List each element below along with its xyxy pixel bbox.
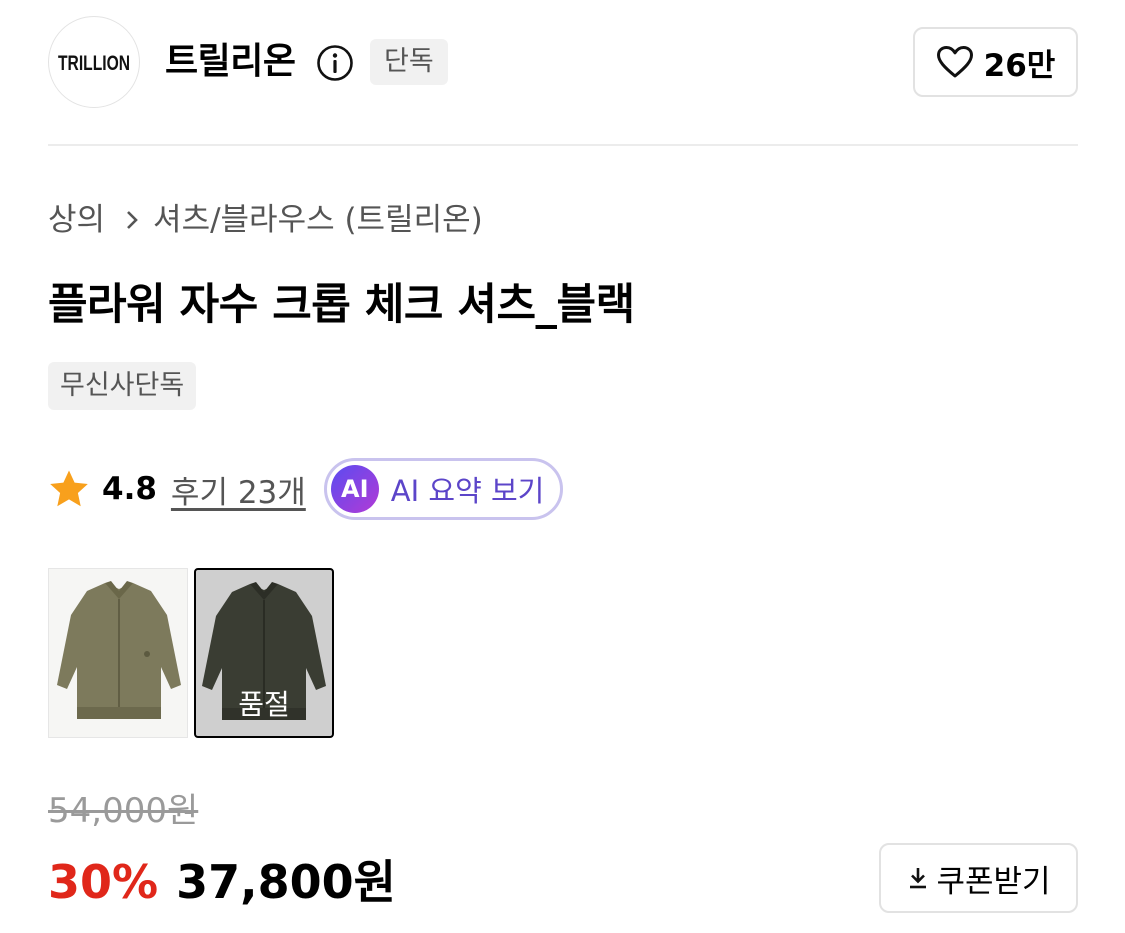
chevron-right-icon	[125, 209, 139, 231]
like-count: 26만	[983, 47, 1056, 84]
discount-rate: 30%	[48, 855, 159, 909]
sold-out-label: 품절	[238, 688, 290, 721]
color-option-black[interactable]: 품절	[194, 568, 334, 738]
brand-name[interactable]: 트릴리온	[165, 38, 296, 86]
download-icon	[906, 865, 930, 891]
coupon-button-label: 쿠폰받기	[936, 863, 1051, 900]
price-row: 30% 37,800원	[48, 846, 396, 912]
exclusive-badge: 단독	[370, 39, 448, 85]
like-button[interactable]: 26만	[913, 27, 1078, 97]
review-count-link[interactable]: 후기 23개	[171, 467, 306, 512]
ai-badge-icon: AI	[330, 465, 379, 513]
ai-summary-button[interactable]: AI AI 요약 보기	[323, 458, 564, 520]
brand-logo[interactable]: TRILLION	[48, 16, 140, 108]
product-title: 플라워 자수 크롭 체크 셔츠_블랙	[48, 280, 635, 330]
original-price: 54,000원	[48, 791, 199, 831]
star-filled-icon	[48, 469, 90, 509]
breadcrumb-subcategory[interactable]: 셔츠/블라우스 (트릴리온)	[153, 197, 483, 243]
ai-summary-label: AI 요약 보기	[390, 474, 545, 508]
khaki-shirt-image	[57, 581, 181, 719]
info-circle-icon[interactable]	[316, 44, 354, 82]
rating-score: 4.8	[102, 471, 157, 507]
header-divider	[48, 144, 1078, 146]
musinsa-exclusive-badge: 무신사단독	[48, 362, 197, 410]
color-option-khaki[interactable]	[48, 568, 188, 738]
rating-row: 4.8 후기 23개 AI AI 요약 보기	[48, 458, 564, 520]
heart-outline-icon	[936, 45, 974, 79]
breadcrumb-category[interactable]: 상의	[48, 197, 105, 243]
breadcrumb: 상의 셔츠/블라우스 (트릴리온)	[48, 197, 483, 243]
brand-logo-text: TRILLION	[58, 52, 130, 75]
sale-price: 37,800원	[176, 855, 396, 909]
coupon-download-button[interactable]: 쿠폰받기	[879, 843, 1078, 913]
